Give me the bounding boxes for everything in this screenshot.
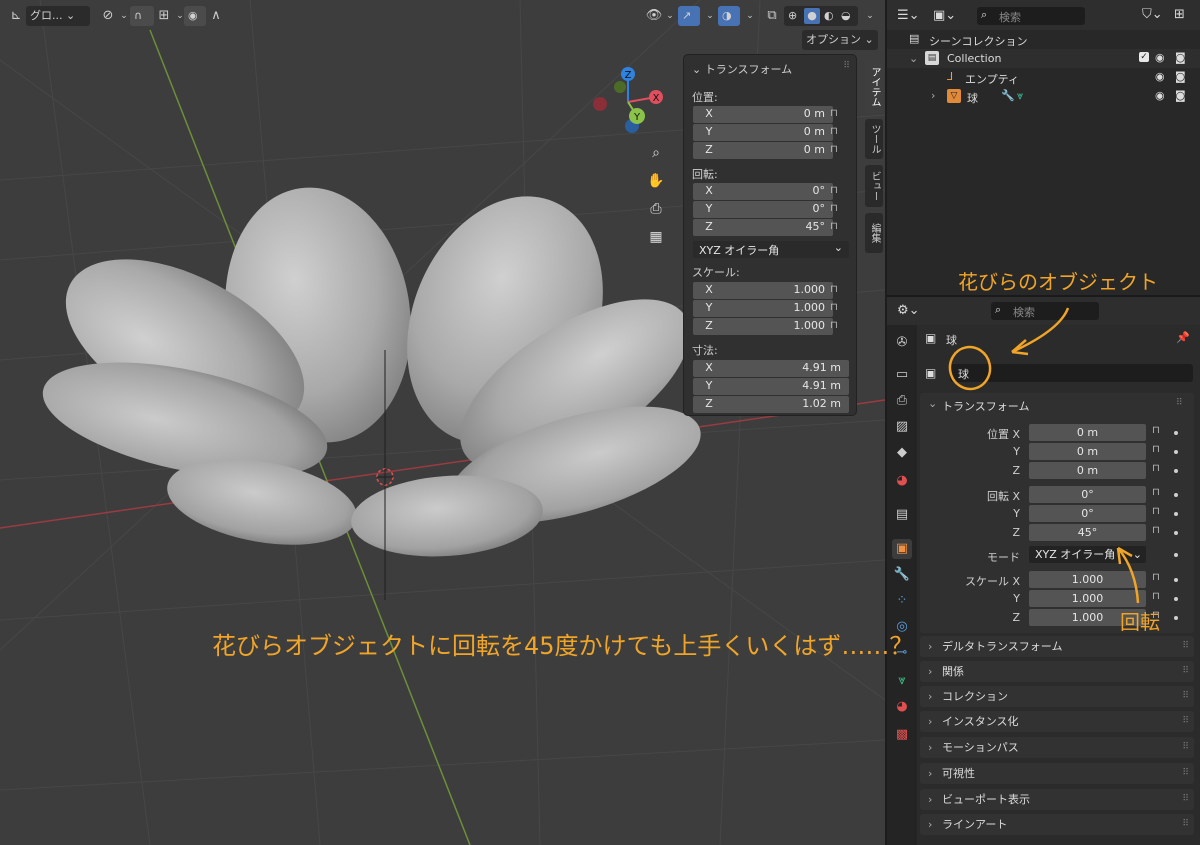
highlight-circle: [948, 345, 992, 391]
annotation-caption: 花びらオブジェクトに回転を45度かけても上手くいくはず……？: [212, 632, 914, 660]
annotation-arrows: [948, 307, 1140, 604]
annotation-rotation: 回転: [1120, 610, 1160, 634]
arrow-to-rotation: [1117, 547, 1140, 604]
annotation-petal-object: 花びらのオブジェクト: [958, 270, 1158, 294]
